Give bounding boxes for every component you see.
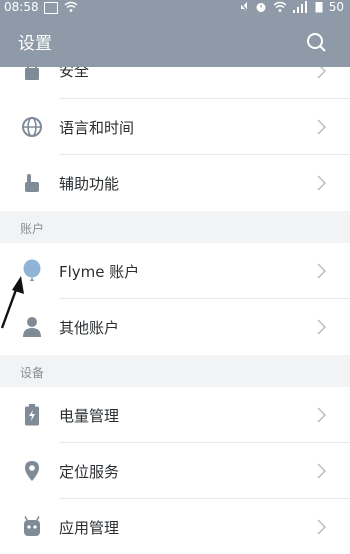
- top-bar: 08:58 50 设置: [0, 0, 350, 67]
- settings-list: 安全 语言和时间 辅助功能 账户 Flyme 账户 其他账户 设备 电量管理 定…: [0, 67, 350, 554]
- status-right-group: 50: [239, 0, 344, 14]
- search-icon[interactable]: [306, 32, 326, 52]
- battery-status-icon: [315, 2, 323, 13]
- settings-item-label: 辅助功能: [59, 175, 120, 193]
- section-title: 账户: [20, 222, 45, 236]
- chevron-right-icon: [317, 319, 326, 335]
- settings-item-battery[interactable]: 电量管理: [0, 387, 350, 443]
- chevron-right-icon: [317, 463, 326, 479]
- page-title: 设置: [18, 34, 52, 54]
- chevron-right-icon: [317, 263, 326, 279]
- settings-item-label: 电量管理: [59, 407, 120, 425]
- wifi-icon: [273, 1, 287, 12]
- lock-icon: [20, 67, 44, 83]
- chevron-right-icon: [317, 67, 326, 79]
- settings-item-label: 其他账户: [59, 319, 120, 337]
- alarm-icon: [256, 3, 266, 12]
- status-bar: 08:58 50: [0, 0, 350, 16]
- annotation-arrow-icon: [0, 276, 24, 329]
- chevron-right-icon: [317, 119, 326, 135]
- status-time: 08:58: [4, 0, 39, 14]
- settings-item-label: 应用管理: [59, 519, 120, 537]
- chevron-right-icon: [317, 407, 326, 423]
- battery-icon: [20, 403, 44, 427]
- settings-item-other-accounts[interactable]: 其他账户: [0, 299, 350, 355]
- app-manager-icon: [20, 515, 44, 539]
- settings-item-location[interactable]: 定位服务: [0, 443, 350, 499]
- settings-item-security[interactable]: 安全: [0, 67, 350, 99]
- location-pin-icon: [20, 459, 44, 483]
- chevron-right-icon: [317, 519, 326, 535]
- settings-item-label: Flyme 账户: [59, 263, 140, 281]
- chevron-right-icon: [317, 175, 326, 191]
- settings-item-flyme-account[interactable]: Flyme 账户: [0, 243, 350, 299]
- wifi-notification-icon: [64, 1, 78, 12]
- section-header-accounts: 账户: [0, 211, 350, 243]
- hand-pointer-icon: [20, 171, 44, 195]
- section-title: 设备: [20, 366, 45, 380]
- image-notification-icon: [44, 2, 58, 14]
- settings-item-language-time[interactable]: 语言和时间: [0, 99, 350, 155]
- globe-icon: [20, 115, 44, 139]
- settings-item-label: 安全: [59, 67, 90, 80]
- signal-icon: [292, 1, 307, 13]
- section-header-device: 设备: [0, 355, 350, 387]
- settings-item-label: 语言和时间: [59, 119, 135, 137]
- battery-level: 50: [328, 0, 344, 14]
- settings-item-app-manager[interactable]: 应用管理: [0, 499, 350, 554]
- settings-item-label: 定位服务: [59, 463, 120, 481]
- settings-item-accessibility[interactable]: 辅助功能: [0, 155, 350, 211]
- mute-icon: [239, 1, 249, 13]
- app-bar: 设置: [0, 16, 350, 67]
